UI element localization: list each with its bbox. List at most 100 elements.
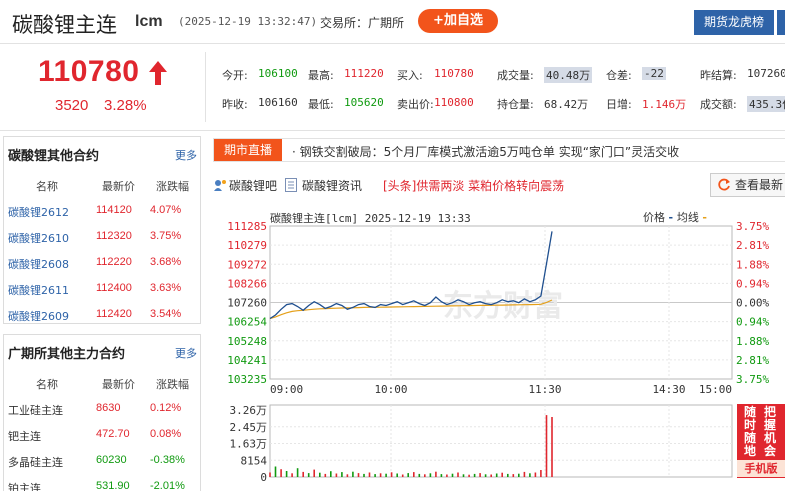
- col-pct: 涨跌幅: [156, 378, 189, 391]
- forum-link[interactable]: 碳酸锂吧: [229, 177, 277, 194]
- volume-bar: [418, 473, 421, 477]
- list-row[interactable]: 钯主连 472.70 0.08%: [4, 422, 200, 447]
- price-tick-label: 109272: [227, 258, 267, 271]
- col-pct: 涨跌幅: [156, 180, 189, 193]
- info-link[interactable]: 碳酸锂资讯: [302, 177, 362, 194]
- quote-label: 最高:: [308, 69, 334, 82]
- volume-bar: [346, 474, 349, 477]
- volume-bar: [451, 473, 454, 477]
- row-name[interactable]: 多晶硅主连: [8, 454, 63, 470]
- quote-label: 买入:: [397, 69, 423, 82]
- list-row[interactable]: 铂主连 531.90 -2.01%: [4, 474, 200, 491]
- document-icon: [285, 178, 297, 192]
- list-row[interactable]: 碳酸锂2608 112220 3.68%: [4, 250, 200, 275]
- volume-bar: [540, 470, 542, 477]
- quote-value: 111220: [344, 67, 384, 80]
- pct-tick-label: 2.81%: [736, 354, 769, 367]
- row-pct: 3.68%: [150, 256, 182, 268]
- volume-bar: [319, 472, 321, 477]
- add-watchlist-button[interactable]: +加自选: [418, 9, 498, 33]
- chart-canvas: 111285 3.75% 110279 2.81% 109272 1.88% 108266 0…: [227, 220, 769, 484]
- price-tick-label: 111285: [227, 220, 267, 233]
- volume-bar: [330, 471, 332, 477]
- volume-bar: [335, 473, 338, 477]
- price-tick-label: 108266: [227, 277, 267, 290]
- volume-bar: [313, 469, 315, 477]
- volume-plot-frame: [269, 404, 733, 478]
- list-row[interactable]: 碳酸锂2612 114120 4.07%: [4, 198, 200, 223]
- row-pct: 3.63%: [150, 282, 182, 294]
- volume-bar: [363, 473, 365, 477]
- quote-value: -22: [642, 67, 666, 80]
- volume-bar: [523, 471, 526, 477]
- more-link[interactable]: 更多: [175, 345, 197, 361]
- volume-bar: [379, 473, 382, 477]
- volume-bar: [479, 473, 481, 477]
- row-name[interactable]: 碳酸锂2610: [8, 230, 69, 246]
- row-name[interactable]: 碳酸锂2612: [8, 204, 69, 220]
- volume-bar: [302, 471, 304, 477]
- volume-bar: [368, 472, 371, 477]
- live-news-tag[interactable]: 期市直播: [214, 139, 282, 161]
- col-price: 最新价: [102, 378, 135, 391]
- quote-timestamp: (2025-12-19 13:32:47): [178, 15, 318, 28]
- volume-bar: [357, 473, 360, 477]
- volume-bar: [529, 473, 531, 477]
- refresh-button[interactable]: 查看最新: [710, 173, 785, 197]
- intraday-chart[interactable]: 碳酸锂主连[lcm] 2025-12-19 13:33 价格 - 均线 - 11…: [213, 204, 785, 491]
- price-tick-label: 107260: [227, 297, 267, 310]
- col-name: 名称: [36, 378, 58, 391]
- volume-bar: [401, 474, 404, 477]
- row-price: 531.90: [96, 480, 130, 491]
- futures-rank-button[interactable]: 期货龙虎榜: [694, 10, 774, 35]
- list-row[interactable]: 多晶硅主连 60230 -0.38%: [4, 448, 200, 473]
- volume-bar: [396, 473, 398, 477]
- time-tick-label: 10:00: [374, 383, 407, 396]
- row-name[interactable]: 铂主连: [8, 480, 41, 491]
- price-tick-label: 105248: [227, 335, 267, 348]
- volume-bar: [374, 474, 376, 477]
- volume-bar: [440, 474, 443, 477]
- list-row[interactable]: 碳酸锂2610 112320 3.75%: [4, 224, 200, 249]
- quote-label: 仓差:: [606, 69, 632, 82]
- row-name[interactable]: 工业硅主连: [8, 402, 63, 418]
- headline-link[interactable]: [头条]供需两淡 菜粕价格转向震荡: [383, 177, 564, 194]
- quote-label: 日增:: [606, 98, 632, 111]
- row-name[interactable]: 碳酸锂2611: [8, 282, 69, 298]
- volume-bar: [507, 473, 509, 477]
- more-link[interactable]: 更多: [175, 147, 197, 163]
- row-price: 112400: [96, 282, 132, 294]
- volume-bar: [307, 473, 310, 477]
- quote-label: 成交额:: [700, 98, 737, 111]
- list-header: 名称 最新价 涨跌幅: [4, 175, 200, 195]
- volume-bar: [495, 473, 498, 477]
- volume-bar: [534, 472, 537, 477]
- live-news-headline[interactable]: · 钢铁交割破局：5个月厂库模式激活逾5万吨仓单 实现“家门口”灵活交收: [292, 143, 679, 160]
- time-tick-label: 11:30: [528, 383, 561, 396]
- refresh-icon: [718, 178, 730, 191]
- list-row[interactable]: 碳酸锂2609 112420 3.54%: [4, 302, 200, 327]
- list-row[interactable]: 工业硅主连 8630 0.12%: [4, 396, 200, 421]
- row-name[interactable]: 碳酸锂2609: [8, 308, 69, 324]
- quote-label: 昨结算:: [700, 69, 737, 82]
- live-news-bar[interactable]: 期市直播 · 钢铁交割破局：5个月厂库模式激活逾5万吨仓单 实现“家门口”灵活交…: [213, 138, 785, 162]
- pct-tick-label: 0.94%: [736, 277, 769, 290]
- futures-quote-page: 碳酸锂主连 lcm (2025-12-19 13:32:47) 交易所：广期所 …: [0, 0, 785, 491]
- mobile-promo-badge[interactable]: 随时随地 把握机会 手机版: [737, 404, 785, 478]
- quote-value: 106160: [258, 96, 298, 109]
- watermark: 东方财富: [443, 289, 563, 324]
- quote-value: 110800: [434, 96, 474, 109]
- row-name[interactable]: 钯主连: [8, 428, 41, 444]
- next-header-button[interactable]: [777, 10, 785, 35]
- volume-bar: [285, 471, 288, 477]
- col-name: 名称: [36, 180, 58, 193]
- row-name[interactable]: 碳酸锂2608: [8, 256, 69, 272]
- pct-tick-label: 1.88%: [736, 258, 769, 271]
- row-pct: 4.07%: [150, 204, 182, 216]
- list-row[interactable]: 碳酸锂2611 112400 3.63%: [4, 276, 200, 301]
- pct-tick-label: 0.00%: [736, 297, 769, 310]
- volume-bar: [296, 468, 299, 477]
- volume-tick-label: 2.45万: [230, 421, 268, 434]
- list-title: 广期所其他主力合约: [8, 347, 126, 362]
- row-pct: -0.38%: [150, 454, 185, 466]
